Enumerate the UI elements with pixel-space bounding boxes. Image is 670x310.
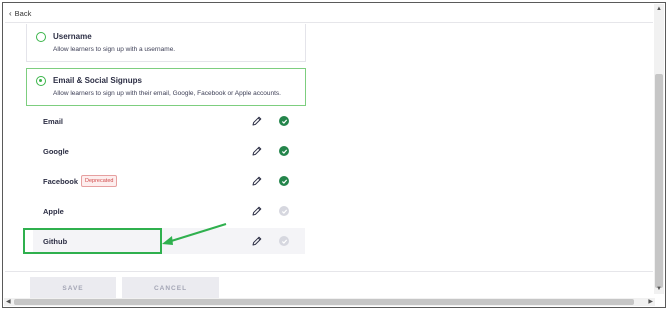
provider-name: Google	[43, 146, 69, 156]
horizontal-scroll-thumb[interactable]	[14, 299, 634, 305]
pencil-icon[interactable]	[251, 175, 263, 187]
cancel-button[interactable]: CANCEL	[122, 277, 219, 299]
option-description: Allow learners to sign up with a usernam…	[53, 46, 176, 53]
pencil-icon[interactable]	[251, 115, 263, 127]
signup-option-email-social[interactable]: Email & Social Signups Allow learners to…	[26, 68, 306, 106]
option-title: Username	[53, 32, 92, 41]
provider-name: Apple	[43, 206, 64, 216]
provider-name: Email	[43, 116, 64, 126]
annotation-arrow-icon	[162, 223, 227, 245]
scroll-up-icon[interactable]: ▲	[656, 6, 662, 12]
header-divider	[5, 22, 653, 23]
vertical-scrollbar[interactable]: ▲ ▼	[654, 4, 664, 294]
check-circle-icon[interactable]	[279, 176, 289, 186]
scroll-down-icon[interactable]: ▼	[656, 286, 662, 292]
app-window: ‹ Back Username Allow learners to sign u…	[2, 2, 666, 308]
chevron-left-icon: ‹	[9, 8, 12, 18]
pencil-icon[interactable]	[251, 235, 263, 247]
deprecated-badge: Deprecated	[81, 175, 118, 187]
annotation-highlight-box	[23, 228, 162, 254]
save-button[interactable]: SAVE	[30, 277, 116, 299]
provider-name: Facebook	[43, 176, 79, 186]
scroll-right-icon[interactable]: ▶	[648, 298, 653, 306]
back-label: Back	[14, 9, 32, 18]
check-circle-icon[interactable]	[279, 236, 289, 246]
provider-row-email: Email	[33, 108, 305, 134]
scroll-left-icon[interactable]: ◀	[6, 298, 11, 306]
signup-option-username[interactable]: Username Allow learners to sign up with …	[26, 24, 306, 62]
pencil-icon[interactable]	[251, 205, 263, 217]
pencil-icon[interactable]	[251, 145, 263, 157]
back-link[interactable]: ‹ Back	[9, 9, 31, 18]
footer-divider	[5, 271, 653, 272]
vertical-scroll-thumb[interactable]	[655, 74, 663, 288]
option-title: Email & Social Signups	[53, 76, 142, 85]
horizontal-scrollbar[interactable]: ◀ ▶	[4, 298, 655, 306]
check-circle-icon[interactable]	[279, 146, 289, 156]
radio-username[interactable]	[36, 32, 46, 42]
option-description: Allow learners to sign up with their ema…	[53, 90, 281, 97]
radio-email-social[interactable]	[36, 76, 46, 86]
provider-row-google: Google	[33, 138, 305, 164]
check-circle-icon[interactable]	[279, 116, 289, 126]
provider-row-facebook: Facebook Deprecated	[33, 168, 305, 194]
check-circle-icon[interactable]	[279, 206, 289, 216]
